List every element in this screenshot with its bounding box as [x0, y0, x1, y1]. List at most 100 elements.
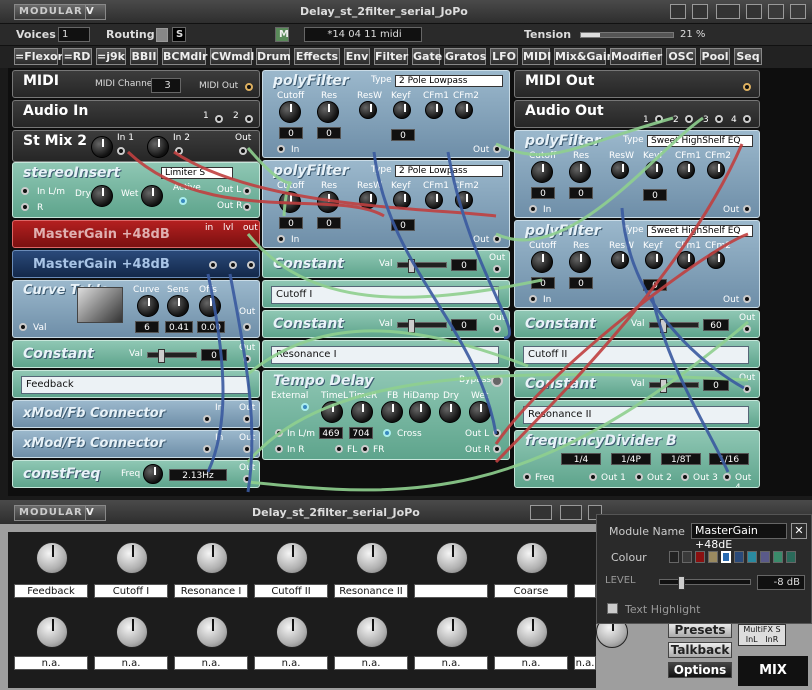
hidamp-knob[interactable]	[409, 401, 431, 423]
filter-type-combo[interactable]: Sweet HighShelf EQ	[647, 225, 753, 237]
perf-knob-bottom[interactable]	[356, 616, 388, 648]
cutoff-field[interactable]: Cutoff I	[271, 286, 499, 304]
keyf-knob[interactable]	[645, 251, 663, 269]
cross-led[interactable]	[383, 429, 391, 437]
cfm2-knob[interactable]	[455, 101, 473, 119]
freq-divider-module[interactable]: frequencyDivider B 1/4 1/4P 1/8T 1/16 Fr…	[514, 430, 760, 488]
filter1-out-port[interactable]	[493, 145, 501, 153]
filter4-in-port[interactable]	[529, 295, 537, 303]
constant-module-r1[interactable]: Constant Val 60 Out	[514, 310, 760, 338]
keyf-knob[interactable]	[393, 101, 411, 119]
filter4-out-port[interactable]	[743, 295, 751, 303]
category-button[interactable]: Seq	[734, 48, 762, 65]
xmod1-out-port[interactable]	[243, 415, 251, 423]
filter2-out-port[interactable]	[493, 235, 501, 243]
mastergain2-lvl-port[interactable]	[229, 261, 237, 269]
midi-out-port[interactable]	[245, 83, 253, 91]
colour-swatch[interactable]	[773, 551, 783, 563]
res-knob[interactable]	[317, 191, 339, 213]
cfm1-knob[interactable]	[425, 191, 443, 209]
divider-out1-port[interactable]	[589, 473, 597, 481]
constant-out-port[interactable]	[493, 265, 501, 273]
feedback-label-module[interactable]: Feedback	[12, 370, 260, 398]
constant-slider[interactable]	[397, 259, 447, 273]
category-button[interactable]: Mix&Gain	[554, 48, 614, 65]
colour-swatch[interactable]	[721, 551, 731, 563]
dry-knob[interactable]	[91, 185, 113, 207]
fb-knob[interactable]	[381, 401, 403, 423]
divider-out3-port[interactable]	[681, 473, 689, 481]
filter1-in-port[interactable]	[277, 145, 285, 153]
curve-val-port[interactable]	[19, 323, 27, 331]
filter-type-combo[interactable]: 2 Pole Lowpass	[395, 165, 503, 177]
xmod-module-1[interactable]: xMod/Fb Connector In Out	[12, 400, 260, 428]
res-knob[interactable]	[317, 101, 339, 123]
active-led[interactable]	[179, 197, 187, 205]
audio-in-module[interactable]: Audio In 1 2	[12, 100, 260, 128]
curve-graph[interactable]	[77, 287, 123, 323]
perf-knob-top[interactable]	[356, 542, 388, 574]
colour-swatch[interactable]	[747, 551, 757, 563]
cutoff2-label-module[interactable]: Cutoff II	[514, 340, 760, 368]
category-button[interactable]: LFO	[490, 48, 518, 65]
keyf-knob[interactable]	[645, 161, 663, 179]
colour-swatch[interactable]	[669, 551, 679, 563]
bypass-button[interactable]	[491, 375, 503, 387]
mastergain-module-2[interactable]: MasterGain +48dB	[12, 250, 260, 278]
divider-button-1[interactable]: 1/4	[561, 453, 601, 465]
filter3-in-port[interactable]	[529, 205, 537, 213]
perf-knob-bottom[interactable]	[276, 616, 308, 648]
wet-knob[interactable]	[469, 401, 491, 423]
polyfilter-module-3[interactable]: polyFilter Type Sweet HighShelf EQ Cutof…	[514, 130, 760, 218]
category-button[interactable]: Pool	[700, 48, 730, 65]
audio-out-port-4[interactable]	[743, 115, 751, 123]
category-button[interactable]: Gate	[412, 48, 442, 65]
keyboard-icon[interactable]	[716, 4, 740, 19]
category-button[interactable]: MIDI	[522, 48, 551, 65]
audio-out-port-1[interactable]	[655, 115, 663, 123]
stmix-knob-1[interactable]	[91, 136, 113, 158]
cutoff-knob[interactable]	[279, 191, 301, 213]
stmix-knob-2[interactable]	[147, 136, 169, 158]
category-button[interactable]: BCMdlr	[162, 48, 207, 65]
talkback-button[interactable]: Talkback	[668, 642, 732, 658]
polyfilter-module-1[interactable]: polyFilter Type 2 Pole Lowpass Cutoff 0 …	[262, 70, 510, 158]
close-popup-icon[interactable]: ✕	[791, 523, 807, 539]
resw-knob[interactable]	[359, 101, 377, 119]
constant-out-port[interactable]	[743, 385, 751, 393]
mastergain2-in-port[interactable]	[209, 261, 217, 269]
keyf-knob[interactable]	[393, 191, 411, 209]
routing-m-button[interactable]: M	[275, 27, 289, 42]
wet-knob[interactable]	[141, 185, 163, 207]
midi-out-module[interactable]: MIDI Out	[514, 70, 760, 98]
stmix-in2-port[interactable]	[175, 147, 183, 155]
divider-button-2[interactable]: 1/4P	[611, 453, 651, 465]
perf-knob-top[interactable]	[116, 542, 148, 574]
colour-swatch[interactable]	[760, 551, 770, 563]
perf-knob-top[interactable]	[516, 542, 548, 574]
delay-inr-port[interactable]	[275, 445, 283, 453]
category-button[interactable]: Env	[344, 48, 370, 65]
constant-out-port[interactable]	[493, 325, 501, 333]
text-highlight-checkbox[interactable]	[607, 603, 618, 614]
cutoff-knob[interactable]	[531, 161, 553, 183]
category-button[interactable]: =j9k	[96, 48, 126, 65]
constant-module-mid2[interactable]: Constant Val 0 Out	[262, 310, 510, 338]
divider-out4-port[interactable]	[723, 473, 731, 481]
delay-fl-port[interactable]	[335, 445, 343, 453]
resonance-label-module[interactable]: Resonance I	[262, 340, 510, 368]
colour-swatch[interactable]	[708, 551, 718, 563]
resw-knob[interactable]	[611, 251, 629, 269]
cutoff-knob[interactable]	[531, 251, 553, 273]
cfm2-knob[interactable]	[707, 161, 725, 179]
stmix-in1-port[interactable]	[117, 147, 125, 155]
constant-out-port[interactable]	[243, 355, 251, 363]
divider-button-3[interactable]: 1/8T	[661, 453, 701, 465]
constfreq-out-port[interactable]	[243, 475, 251, 483]
insert-in-port[interactable]	[21, 187, 29, 195]
filter3-out-port[interactable]	[743, 205, 751, 213]
stmix-module[interactable]: St Mix 2 In 1 In 2 Out	[12, 130, 260, 162]
constfreq-module[interactable]: constFreq Freq 2.13Hz Out	[12, 460, 260, 488]
resw-knob[interactable]	[359, 191, 377, 209]
polyfilter-module-2[interactable]: polyFilter Type 2 Pole Lowpass Cutoff 0 …	[262, 160, 510, 248]
